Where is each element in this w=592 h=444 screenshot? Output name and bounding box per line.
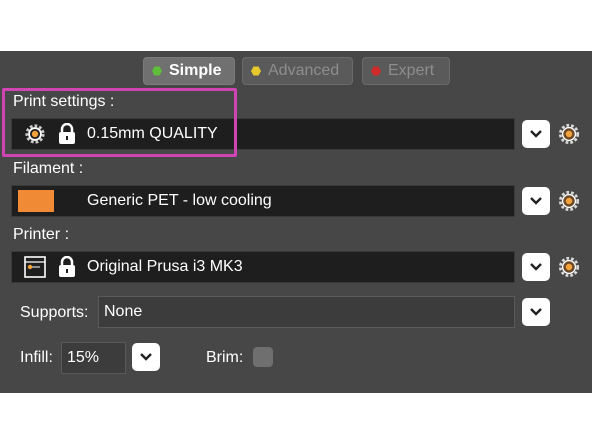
mode-tabs: Simple Advanced Expert (0, 57, 592, 85)
filament-label: Filament : (13, 160, 84, 177)
printer-label: Printer : (13, 226, 70, 243)
supports-label: Supports: (20, 304, 89, 321)
print-settings-combo[interactable]: 0.15mm QUALITY (11, 118, 515, 150)
chevron-down-icon (530, 197, 542, 205)
print-settings-label: Print settings : (13, 93, 115, 110)
filament-combo[interactable]: Generic PET - low cooling (11, 185, 515, 217)
chevron-down-icon (530, 263, 542, 271)
infill-combo[interactable]: 15% (61, 342, 126, 374)
printer-edit-gear-icon[interactable] (558, 256, 580, 278)
expert-mode-icon (371, 66, 381, 76)
printer-icon (24, 256, 46, 278)
filament-dropdown-button[interactable] (522, 187, 550, 215)
filament-color-swatch[interactable] (18, 190, 54, 212)
system-preset-icon (25, 124, 45, 144)
filament-value: Generic PET - low cooling (87, 192, 272, 209)
print-settings-edit-gear-icon[interactable] (558, 123, 580, 145)
mode-tab-simple[interactable]: Simple (143, 57, 235, 85)
mode-tab-advanced[interactable]: Advanced (242, 57, 353, 85)
infill-value: 15% (67, 349, 100, 366)
filament-edit-gear-icon[interactable] (558, 190, 580, 212)
brim-checkbox[interactable] (253, 347, 273, 367)
mode-tab-label: Advanced (268, 62, 340, 79)
simple-mode-icon (152, 66, 162, 76)
print-settings-dropdown-button[interactable] (522, 120, 550, 148)
supports-value: None (104, 303, 143, 320)
chevron-down-icon (530, 130, 542, 138)
brim-label: Brim: (206, 349, 244, 366)
printer-combo[interactable]: Original Prusa i3 MK3 (11, 251, 515, 283)
printer-dropdown-button[interactable] (522, 253, 550, 281)
infill-label: Infill: (20, 349, 53, 366)
mode-tab-expert[interactable]: Expert (362, 57, 450, 85)
lock-icon (59, 256, 75, 277)
print-settings-value: 0.15mm QUALITY (87, 125, 218, 142)
infill-dropdown-button[interactable] (132, 343, 160, 371)
mode-tab-label: Expert (388, 62, 435, 79)
advanced-mode-icon (251, 66, 261, 76)
printer-value: Original Prusa i3 MK3 (87, 258, 243, 275)
mode-tab-label: Simple (169, 62, 222, 79)
chevron-down-icon (530, 308, 542, 316)
supports-dropdown-button[interactable] (522, 298, 550, 326)
supports-combo[interactable]: None (98, 296, 515, 328)
chevron-down-icon (140, 353, 152, 361)
lock-icon (59, 123, 75, 144)
